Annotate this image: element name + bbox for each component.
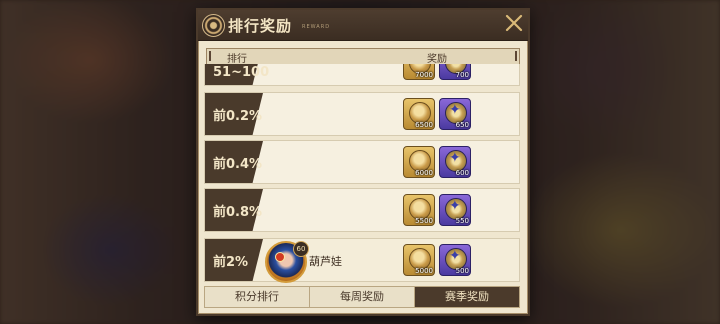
column-header-reward: 奖励 [427, 54, 447, 65]
tab-season-reward[interactable]: 赛季奖励 [415, 287, 519, 307]
rank-label: 51~100 [213, 65, 270, 80]
reward-row: 前0.8% 5500 550 [204, 188, 520, 232]
rank-label: 前0.2% [213, 109, 263, 124]
reward-amount: 600 [455, 169, 469, 177]
dialog-title-bar: 排行奖励 REWARD [198, 10, 528, 41]
self-rank-row: 前2% 60 葫芦娃 5000 500 [204, 238, 520, 283]
rank-label: 前0.8% [213, 205, 263, 220]
reward-item-purple[interactable]: 600 [439, 146, 471, 178]
tab-weekly-reward[interactable]: 每周奖励 [310, 287, 415, 307]
reward-item-purple[interactable]: 650 [439, 98, 471, 130]
reward-amount: 6000 [415, 169, 433, 177]
reward-amount: 550 [455, 217, 469, 225]
tab-bar: 积分排行 每周奖励 赛季奖励 [204, 286, 520, 308]
reward-item-purple[interactable]: 700 [439, 64, 471, 80]
avatar-badge-icon [275, 252, 285, 262]
column-header-rank: 排行 [227, 54, 247, 65]
reward-amount: 650 [455, 121, 469, 129]
reward-amount: 6500 [415, 121, 433, 129]
tab-score-ranking[interactable]: 积分排行 [205, 287, 310, 307]
player-level-badge: 60 [293, 241, 309, 257]
ranking-reward-list[interactable]: 51~100 7000 700 前0.2% 6500 650 [204, 64, 520, 286]
dialog-subtitle: REWARD [302, 24, 331, 30]
reward-amount: 5500 [415, 217, 433, 225]
reward-amount: 700 [455, 71, 469, 79]
dialog-title: 排行奖励 [228, 17, 293, 35]
reward-item-gold[interactable]: 6500 [403, 98, 435, 130]
reward-amount: 7000 [415, 71, 433, 79]
reward-item-gold[interactable]: 5000 [403, 244, 435, 276]
reward-item-gold[interactable]: 6000 [403, 146, 435, 178]
reward-row: 前0.4% 6000 600 [204, 140, 520, 184]
rank-label: 前0.4% [213, 157, 263, 172]
player-name: 葫芦娃 [309, 255, 342, 268]
reward-item-purple[interactable]: 550 [439, 194, 471, 226]
close-icon [505, 14, 523, 32]
reward-item-gold[interactable]: 5500 [403, 194, 435, 226]
reward-dialog: 排行奖励 REWARD 排行 奖励 51~100 7000 700 [196, 8, 530, 316]
reward-row: 前0.2% 6500 650 [204, 92, 520, 136]
reward-row: 51~100 7000 700 [204, 64, 520, 86]
reward-item-purple[interactable]: 500 [439, 244, 471, 276]
emblem-icon [202, 14, 225, 37]
close-button[interactable] [502, 11, 526, 35]
reward-amount: 500 [455, 267, 469, 275]
reward-amount: 5000 [415, 267, 433, 275]
reward-item-gold[interactable]: 7000 [403, 64, 435, 80]
rank-label: 前2% [213, 255, 249, 270]
